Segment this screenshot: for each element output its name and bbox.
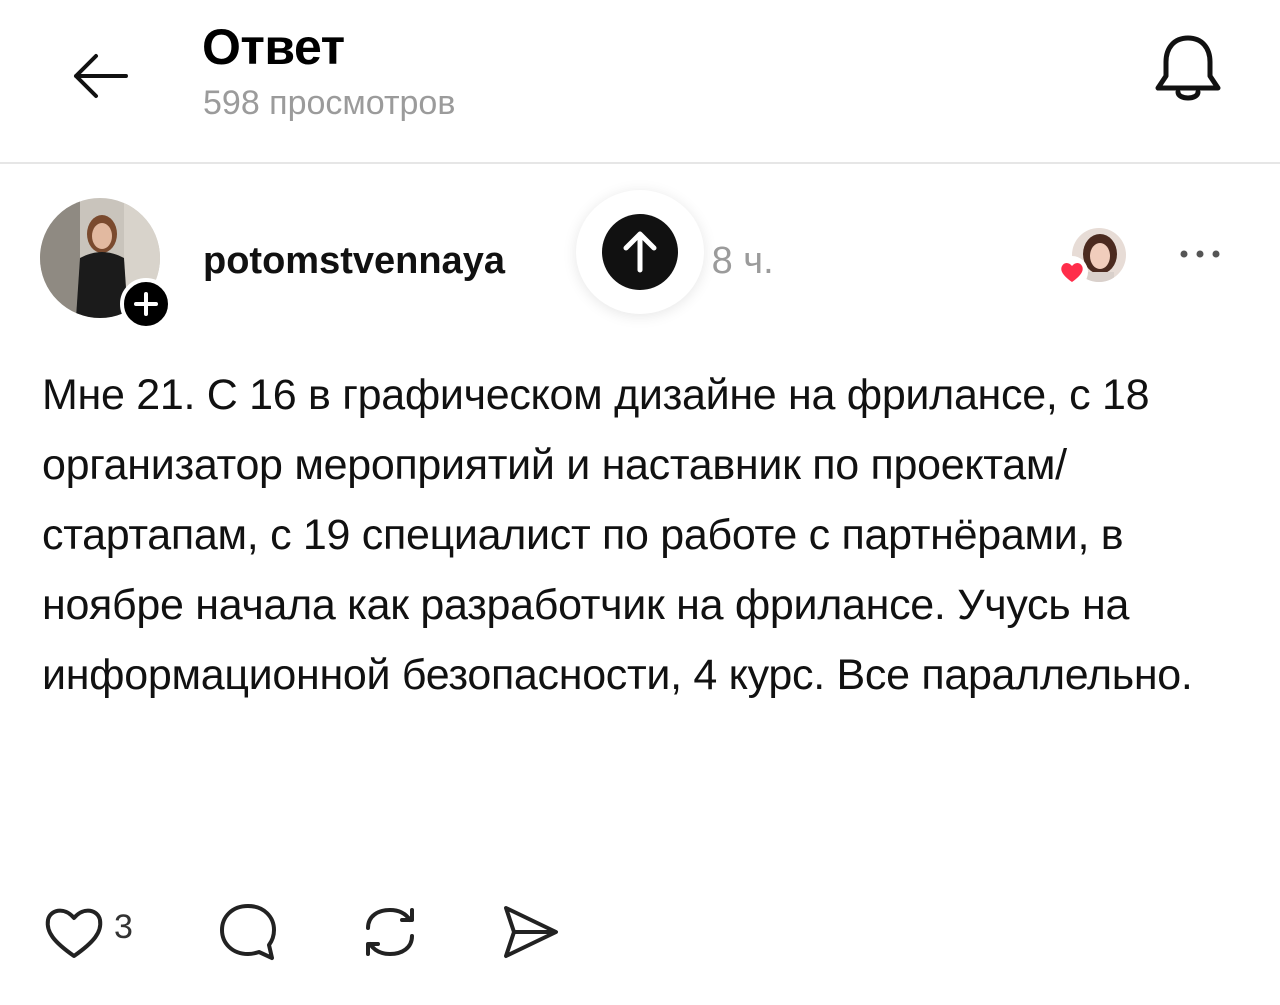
like-badge [1056,256,1088,288]
like-button[interactable] [40,898,108,971]
comment-icon [220,904,276,960]
top-bar: Ответ 598 просмотров [0,0,1280,164]
more-options-button[interactable] [1176,242,1224,266]
username-part-1: potomstvennaya [203,240,505,282]
post-time: 8 ч. [711,240,774,282]
heart-icon [45,908,103,958]
back-button[interactable] [68,44,132,108]
repost-button[interactable] [356,898,424,971]
repost-icon [366,908,414,956]
heart-icon [1056,256,1088,288]
send-icon [504,906,558,958]
plus-icon [134,292,158,316]
arrow-left-icon [74,54,128,98]
share-button[interactable] [496,898,564,971]
follow-button[interactable] [120,278,172,330]
comment-button[interactable] [214,898,282,971]
scroll-to-top-button[interactable] [576,190,704,314]
arrow-up-icon [623,231,657,273]
post-header: potomstvennayadalie8 ч. [0,190,1280,330]
notifications-button[interactable] [1148,30,1228,110]
post-text: Мне 21. С 16 в графическом дизайне на фр… [42,371,1193,699]
post-actions: 3 [0,898,1280,968]
bell-icon [1155,35,1221,101]
like-count: 3 [114,908,133,946]
view-count: 598 просмотров [203,84,456,122]
more-horizontal-icon [1180,250,1220,258]
page-title: Ответ [202,19,345,75]
